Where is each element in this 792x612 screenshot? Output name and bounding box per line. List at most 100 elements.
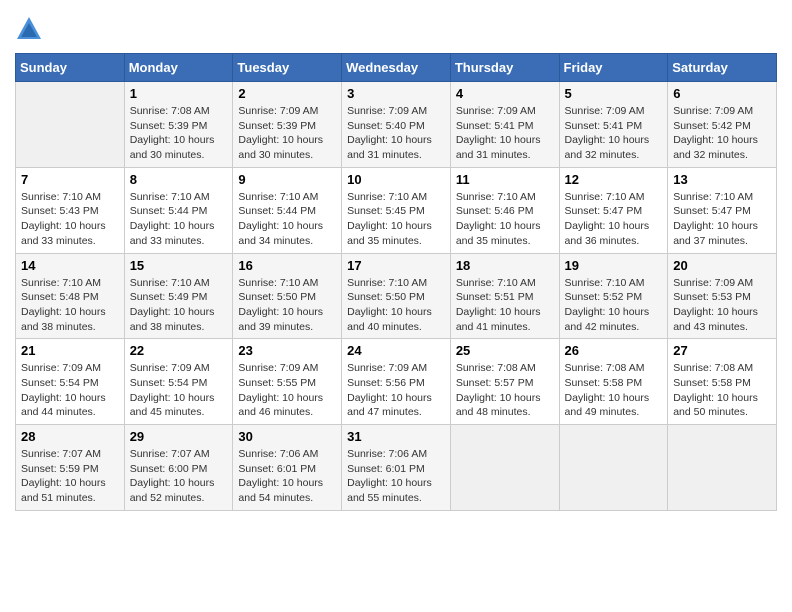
day-number: 20 (673, 258, 771, 273)
calendar-cell (450, 425, 559, 511)
weekday-header-monday: Monday (124, 54, 233, 82)
day-info: Sunrise: 7:09 AMSunset: 5:55 PMDaylight:… (238, 361, 336, 420)
calendar-cell: 11 Sunrise: 7:10 AMSunset: 5:46 PMDayligh… (450, 167, 559, 253)
calendar-cell: 10 Sunrise: 7:10 AMSunset: 5:45 PMDayligh… (342, 167, 451, 253)
day-info: Sunrise: 7:07 AMSunset: 6:00 PMDaylight:… (130, 447, 228, 506)
day-info: Sunrise: 7:10 AMSunset: 5:46 PMDaylight:… (456, 190, 554, 249)
week-row-1: 1 Sunrise: 7:08 AMSunset: 5:39 PMDaylight… (16, 82, 777, 168)
day-number: 7 (21, 172, 119, 187)
day-number: 23 (238, 343, 336, 358)
calendar-cell: 22 Sunrise: 7:09 AMSunset: 5:54 PMDayligh… (124, 339, 233, 425)
day-info: Sunrise: 7:10 AMSunset: 5:43 PMDaylight:… (21, 190, 119, 249)
day-info: Sunrise: 7:09 AMSunset: 5:53 PMDaylight:… (673, 276, 771, 335)
calendar-cell: 25 Sunrise: 7:08 AMSunset: 5:57 PMDayligh… (450, 339, 559, 425)
weekday-header-thursday: Thursday (450, 54, 559, 82)
day-number: 10 (347, 172, 445, 187)
day-info: Sunrise: 7:08 AMSunset: 5:39 PMDaylight:… (130, 104, 228, 163)
day-info: Sunrise: 7:09 AMSunset: 5:41 PMDaylight:… (565, 104, 663, 163)
calendar-cell: 31 Sunrise: 7:06 AMSunset: 6:01 PMDayligh… (342, 425, 451, 511)
day-info: Sunrise: 7:09 AMSunset: 5:40 PMDaylight:… (347, 104, 445, 163)
calendar-body: 1 Sunrise: 7:08 AMSunset: 5:39 PMDaylight… (16, 82, 777, 511)
calendar-cell: 12 Sunrise: 7:10 AMSunset: 5:47 PMDayligh… (559, 167, 668, 253)
day-number: 19 (565, 258, 663, 273)
weekday-header-sunday: Sunday (16, 54, 125, 82)
logo (15, 15, 47, 43)
calendar-cell: 8 Sunrise: 7:10 AMSunset: 5:44 PMDaylight… (124, 167, 233, 253)
calendar-table: SundayMondayTuesdayWednesdayThursdayFrid… (15, 53, 777, 511)
day-info: Sunrise: 7:08 AMSunset: 5:57 PMDaylight:… (456, 361, 554, 420)
day-info: Sunrise: 7:06 AMSunset: 6:01 PMDaylight:… (238, 447, 336, 506)
calendar-cell: 5 Sunrise: 7:09 AMSunset: 5:41 PMDaylight… (559, 82, 668, 168)
day-number: 17 (347, 258, 445, 273)
week-row-3: 14Sunrise: 7:10 AMSunset: 5:48 PMDayligh… (16, 253, 777, 339)
day-info: Sunrise: 7:06 AMSunset: 6:01 PMDaylight:… (347, 447, 445, 506)
calendar-header: SundayMondayTuesdayWednesdayThursdayFrid… (16, 54, 777, 82)
day-number: 30 (238, 429, 336, 444)
calendar-cell: 28 Sunrise: 7:07 AMSunset: 5:59 PMDayligh… (16, 425, 125, 511)
calendar-cell: 3 Sunrise: 7:09 AMSunset: 5:40 PMDaylight… (342, 82, 451, 168)
day-number: 8 (130, 172, 228, 187)
week-row-5: 28 Sunrise: 7:07 AMSunset: 5:59 PMDayligh… (16, 425, 777, 511)
calendar-cell: 20 Sunrise: 7:09 AMSunset: 5:53 PMDayligh… (668, 253, 777, 339)
calendar-cell (16, 82, 125, 168)
day-number: 14 (21, 258, 119, 273)
day-info: Sunrise: 7:10 AMSunset: 5:49 PMDaylight:… (130, 276, 228, 335)
day-info: Sunrise: 7:10 AMSunset: 5:50 PMDaylight:… (347, 276, 445, 335)
day-number: 6 (673, 86, 771, 101)
day-number: 15 (130, 258, 228, 273)
day-info: Sunrise: 7:10 AMSunset: 5:44 PMDaylight:… (130, 190, 228, 249)
weekday-row: SundayMondayTuesdayWednesdayThursdayFrid… (16, 54, 777, 82)
day-number: 5 (565, 86, 663, 101)
calendar-cell: 18 Sunrise: 7:10 AMSunset: 5:51 PMDayligh… (450, 253, 559, 339)
calendar-cell (668, 425, 777, 511)
calendar-cell: 23 Sunrise: 7:09 AMSunset: 5:55 PMDayligh… (233, 339, 342, 425)
day-info: Sunrise: 7:10 AMSunset: 5:52 PMDaylight:… (565, 276, 663, 335)
day-info: Sunrise: 7:07 AMSunset: 5:59 PMDaylight:… (21, 447, 119, 506)
day-number: 1 (130, 86, 228, 101)
day-number: 13 (673, 172, 771, 187)
day-info: Sunrise: 7:08 AMSunset: 5:58 PMDaylight:… (673, 361, 771, 420)
logo-icon (15, 15, 43, 43)
calendar-cell: 6 Sunrise: 7:09 AMSunset: 5:42 PMDaylight… (668, 82, 777, 168)
day-info: Sunrise: 7:09 AMSunset: 5:56 PMDaylight:… (347, 361, 445, 420)
calendar-cell: 15 Sunrise: 7:10 AMSunset: 5:49 PMDayligh… (124, 253, 233, 339)
day-number: 2 (238, 86, 336, 101)
day-number: 27 (673, 343, 771, 358)
day-info: Sunrise: 7:09 AMSunset: 5:42 PMDaylight:… (673, 104, 771, 163)
calendar-cell: 29 Sunrise: 7:07 AMSunset: 6:00 PMDayligh… (124, 425, 233, 511)
day-info: Sunrise: 7:09 AMSunset: 5:39 PMDaylight:… (238, 104, 336, 163)
day-info: Sunrise: 7:10 AMSunset: 5:51 PMDaylight:… (456, 276, 554, 335)
calendar-cell: 7 Sunrise: 7:10 AMSunset: 5:43 PMDaylight… (16, 167, 125, 253)
day-info: Sunrise: 7:10 AMSunset: 5:50 PMDaylight:… (238, 276, 336, 335)
calendar-cell (559, 425, 668, 511)
week-row-4: 21Sunrise: 7:09 AMSunset: 5:54 PMDayligh… (16, 339, 777, 425)
day-info: Sunrise: 7:10 AMSunset: 5:47 PMDaylight:… (673, 190, 771, 249)
calendar-cell: 26Sunrise: 7:08 AMSunset: 5:58 PMDayligh… (559, 339, 668, 425)
day-info: Sunrise: 7:10 AMSunset: 5:44 PMDaylight:… (238, 190, 336, 249)
day-number: 31 (347, 429, 445, 444)
calendar-cell: 14Sunrise: 7:10 AMSunset: 5:48 PMDayligh… (16, 253, 125, 339)
day-info: Sunrise: 7:10 AMSunset: 5:45 PMDaylight:… (347, 190, 445, 249)
weekday-header-tuesday: Tuesday (233, 54, 342, 82)
day-number: 29 (130, 429, 228, 444)
day-number: 12 (565, 172, 663, 187)
calendar-cell: 17 Sunrise: 7:10 AMSunset: 5:50 PMDayligh… (342, 253, 451, 339)
day-number: 9 (238, 172, 336, 187)
day-number: 25 (456, 343, 554, 358)
calendar-cell: 24 Sunrise: 7:09 AMSunset: 5:56 PMDayligh… (342, 339, 451, 425)
day-number: 3 (347, 86, 445, 101)
weekday-header-wednesday: Wednesday (342, 54, 451, 82)
day-number: 28 (21, 429, 119, 444)
day-number: 24 (347, 343, 445, 358)
day-info: Sunrise: 7:08 AMSunset: 5:58 PMDaylight:… (565, 361, 663, 420)
day-number: 22 (130, 343, 228, 358)
day-number: 11 (456, 172, 554, 187)
day-info: Sunrise: 7:09 AMSunset: 5:54 PMDaylight:… (21, 361, 119, 420)
calendar-cell: 16Sunrise: 7:10 AMSunset: 5:50 PMDayligh… (233, 253, 342, 339)
day-info: Sunrise: 7:10 AMSunset: 5:47 PMDaylight:… (565, 190, 663, 249)
day-number: 18 (456, 258, 554, 273)
day-info: Sunrise: 7:09 AMSunset: 5:54 PMDaylight:… (130, 361, 228, 420)
page-header (15, 15, 777, 43)
calendar-cell: 13 Sunrise: 7:10 AMSunset: 5:47 PMDayligh… (668, 167, 777, 253)
day-number: 4 (456, 86, 554, 101)
